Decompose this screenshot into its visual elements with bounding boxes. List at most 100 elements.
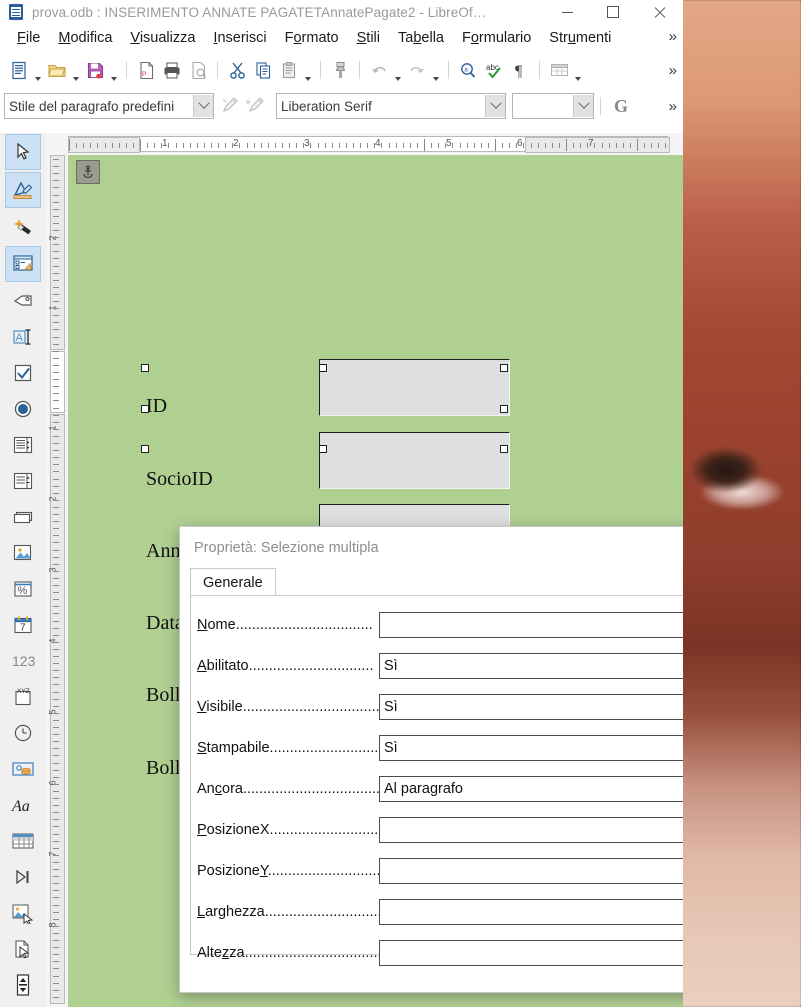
print-icon[interactable] [159,57,185,83]
property-dropdown-visibile[interactable]: Sì [379,693,683,720]
bold-button[interactable]: G [607,96,635,117]
form-field-socioid[interactable] [319,432,510,489]
tab-generale[interactable]: Generale [190,568,276,596]
close-window-button[interactable] [636,0,682,24]
redo-icon[interactable] [404,57,430,83]
new-document-dropdown[interactable] [32,55,44,86]
form-label-boll-2[interactable]: Boll [146,757,180,780]
image-button-tool-button[interactable] [6,536,40,570]
standard-toolbar-overflow[interactable]: » [669,62,677,79]
new-document-icon[interactable] [6,57,32,83]
select-tool-button[interactable] [5,134,41,170]
menu-tabella[interactable]: Tabella [389,28,453,48]
property-spinner-altezza[interactable] [379,939,683,966]
insert-table-icon[interactable] [546,57,572,83]
insert-table-dropdown[interactable] [572,55,584,86]
date-field-tool-button[interactable]: 7 [6,608,40,642]
save-document-icon[interactable] [82,57,108,83]
menu-formulario[interactable]: Formulario [453,28,540,48]
table-control-tool-button[interactable] [6,824,40,858]
font-size-dropdown-arrow[interactable] [573,95,593,117]
print-preview-icon[interactable] [185,57,211,83]
paste-dropdown[interactable] [302,55,314,86]
navigation-bar-tool-button[interactable] [6,860,40,894]
find-replace-icon[interactable]: a [455,57,481,83]
menu-overflow-button[interactable]: » [669,28,677,45]
push-button-tool-button[interactable] [6,500,40,534]
file-selection-tool-button[interactable] [6,932,40,966]
font-name-combo[interactable]: Liberation Serif [276,93,506,119]
scrollbar-tool-button[interactable] [6,968,40,1002]
option-button-tool-button[interactable] [6,392,40,426]
label-field-tool-button[interactable] [6,284,40,318]
pattern-field-tool-button[interactable]: XYZ [6,680,40,714]
design-mode-tool-button[interactable] [5,172,41,208]
menu-file[interactable]: File [8,28,49,48]
new-style-icon[interactable] [244,93,270,119]
maximize-button[interactable] [590,0,636,24]
clone-formatting-icon[interactable] [327,57,353,83]
selection-handle-label-ml[interactable] [141,405,149,413]
menu-modifica[interactable]: Modifica [49,28,121,48]
property-dropdown-ancora[interactable]: Al paragrafo [379,775,683,802]
selection-handle-field-bl[interactable] [319,445,327,453]
text-box-tool-button[interactable]: A [6,320,40,354]
redo-dropdown[interactable] [430,55,442,86]
selection-handle-field-tr[interactable] [500,364,508,372]
time-field-tool-button[interactable] [6,716,40,750]
save-document-dropdown[interactable] [108,55,120,86]
property-dropdown-abilitato[interactable]: Sì [379,652,683,679]
open-document-icon[interactable] [44,57,70,83]
font-size-combo[interactable] [512,93,594,119]
property-input-nome[interactable] [379,611,683,638]
paragraph-style-combo[interactable]: Stile del paragrafo predefini [4,93,214,119]
ruler-tick [544,143,546,148]
formatting-marks-icon[interactable]: ¶ [507,57,533,83]
menu-visualizza[interactable]: Visualizza [121,28,204,48]
group-box-tool-button[interactable]: Aa [6,788,40,822]
copy-icon[interactable] [250,57,276,83]
selection-handle-field-tl[interactable] [319,364,327,372]
paragraph-style-dropdown-arrow[interactable] [193,95,213,117]
numeric-field-tool-button[interactable]: 123 [6,644,40,678]
update-style-icon[interactable] [218,93,244,119]
selection-handle-field-mr[interactable] [500,405,508,413]
property-dropdown-stampabile[interactable]: Sì [379,734,683,761]
formatted-field-tool-button[interactable]: % [6,572,40,606]
menu-inserisci[interactable]: Inserisci [204,28,275,48]
font-name-dropdown-arrow[interactable] [485,95,505,117]
property-spinner-posizioney[interactable] [379,857,683,884]
export-pdf-icon[interactable]: P [133,57,159,83]
control-wizards-tool-button[interactable] [6,210,40,244]
image-control-tool-button[interactable] [6,896,40,930]
undo-dropdown[interactable] [392,55,404,86]
selection-handle-label-tl[interactable] [141,364,149,372]
menu-strumenti[interactable]: Strumenti [540,28,620,48]
form-control-tool-button[interactable] [5,246,41,282]
form-label-id[interactable]: ID [146,395,167,418]
cut-icon[interactable] [224,57,250,83]
form-label-boll-1[interactable]: Boll [146,684,180,707]
open-document-dropdown[interactable] [70,55,82,86]
spelling-icon[interactable]: abc [481,57,507,83]
menu-stili[interactable]: Stili [348,28,389,48]
selection-handle-label-bl[interactable] [141,445,149,453]
horizontal-ruler[interactable]: 1 2 3 4 5 6 7 [46,133,683,155]
anchor-icon[interactable] [76,160,100,184]
selection-handle-field-br[interactable] [500,445,508,453]
formatting-toolbar-overflow[interactable]: » [669,98,677,115]
paste-icon[interactable] [276,57,302,83]
list-box-tool-button[interactable] [6,428,40,462]
minimize-button[interactable] [544,0,590,24]
property-spinner-larghezza[interactable] [379,898,683,925]
ruler-tick [182,143,184,148]
undo-icon[interactable] [366,57,392,83]
property-spinner-posizionex[interactable] [379,816,683,843]
form-label-socioid[interactable]: SocioID [146,468,213,491]
check-box-tool-button[interactable] [6,356,40,390]
currency-field-tool-button[interactable] [6,752,40,786]
form-field-id[interactable] [319,359,510,416]
vertical-ruler[interactable]: 2 1 1 2 3 4 5 6 7 8 [46,155,68,1007]
combo-box-tool-button[interactable] [6,464,40,498]
menu-formato[interactable]: Formato [276,28,348,48]
